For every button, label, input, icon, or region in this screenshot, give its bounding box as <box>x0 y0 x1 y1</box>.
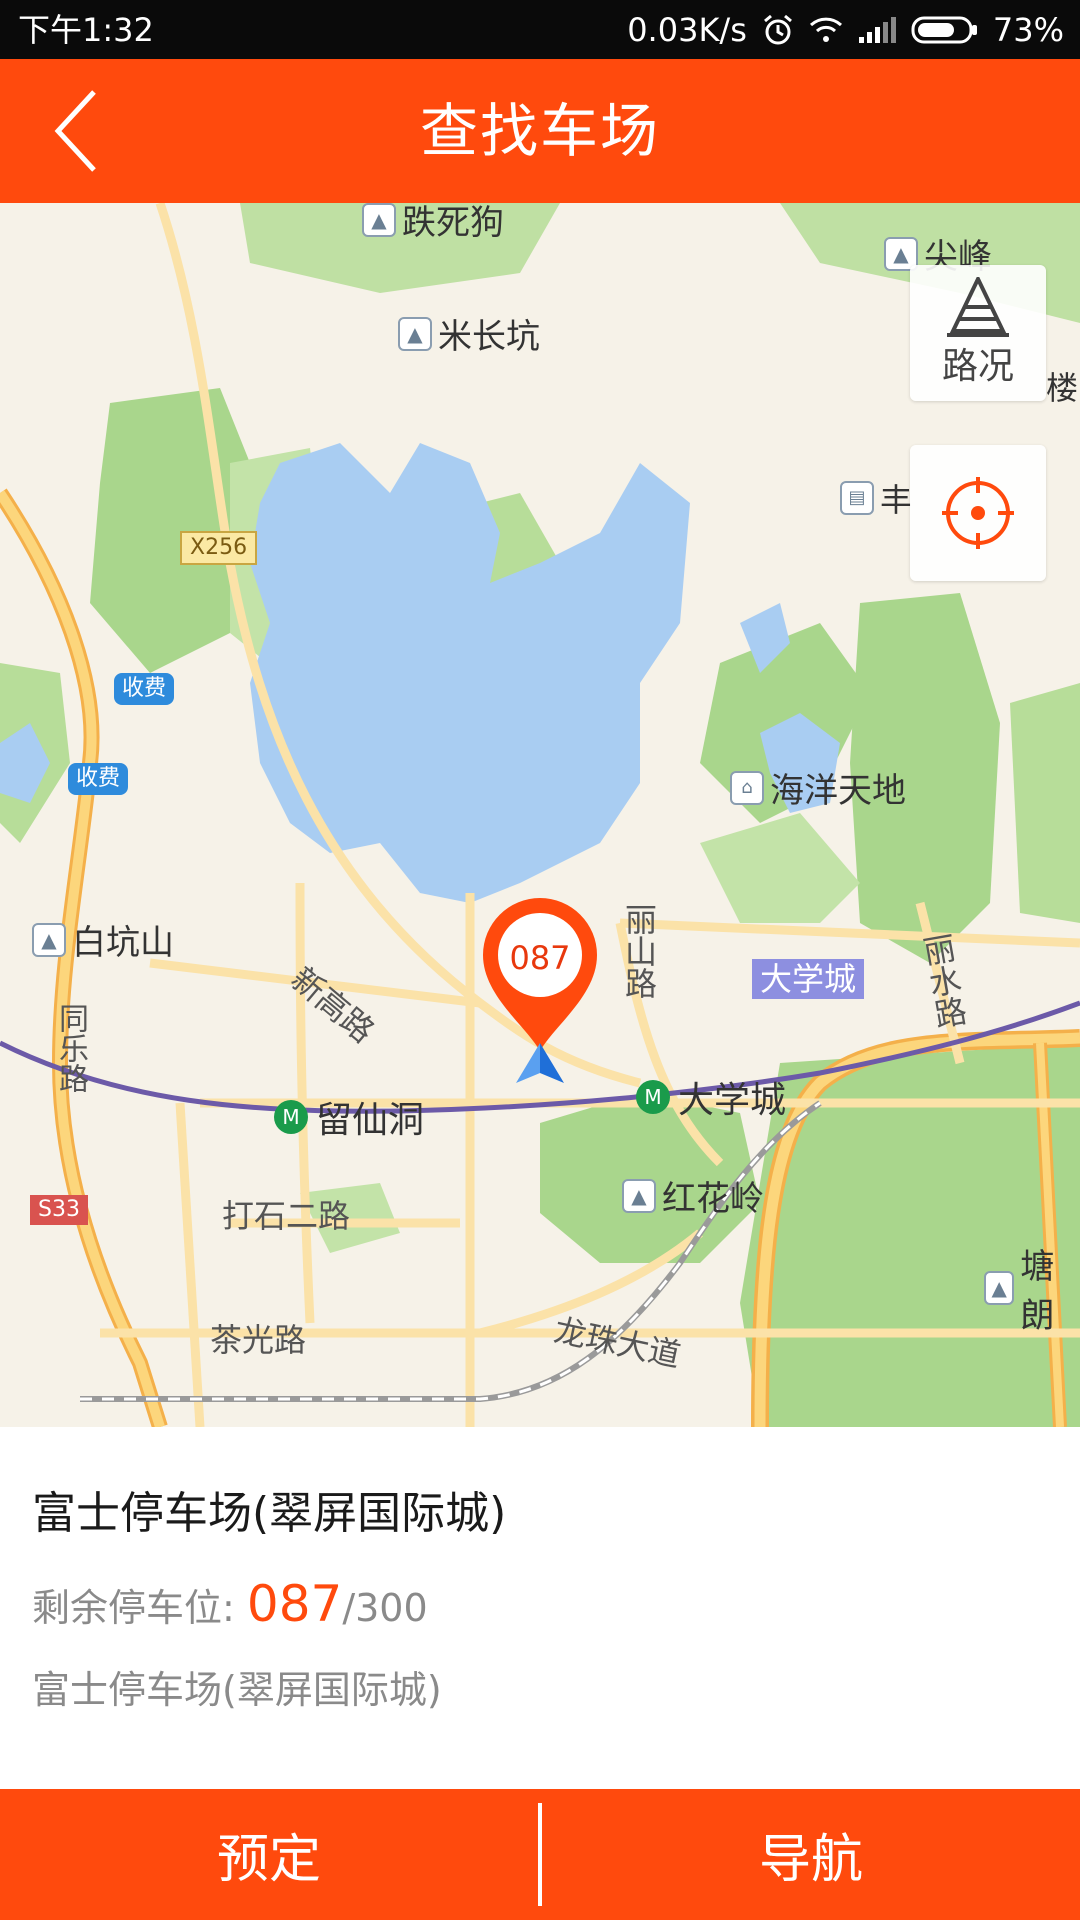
map-view[interactable]: ▲ 跌死狗 ▲ 米长坑 ▲ 尖峰 楼 ▤ 丰 ⌂ 海洋天地 ▲ 白坑山 M 留仙… <box>0 203 1080 1427</box>
poi-label: ⌂ 海洋天地 <box>730 763 906 812</box>
status-time: 下午1:32 <box>18 11 154 49</box>
metro-icon: M <box>636 1080 670 1114</box>
crosshair-icon <box>942 477 1014 549</box>
poi-label: 楼 <box>1046 369 1079 407</box>
poi-label: ▲ 白坑山 <box>32 915 174 964</box>
road-label: 打石二路 <box>222 1197 351 1235</box>
metro-icon: M <box>274 1100 308 1134</box>
net-speed: 0.03K/s <box>627 11 747 49</box>
spaces-total: /300 <box>342 1586 428 1630</box>
road-label: 同乐路 <box>53 1003 88 1093</box>
mountain-icon: ▲ <box>984 1271 1015 1305</box>
highway-badge: X256 <box>180 531 258 565</box>
poi-label: ▤ 丰 <box>840 475 912 521</box>
action-bar: 预定 导航 <box>0 1789 1080 1920</box>
area-badge: 大学城 <box>752 959 865 999</box>
alarm-icon <box>763 14 792 45</box>
navigate-button[interactable]: 导航 <box>542 1789 1080 1920</box>
mountain-icon: ▲ <box>362 203 396 237</box>
traffic-cone-icon <box>947 277 1009 337</box>
mountain-icon: ▲ <box>398 316 432 351</box>
building-icon: ▤ <box>840 481 874 515</box>
wifi-icon <box>809 17 842 42</box>
parking-pin[interactable]: 087 <box>477 895 603 1055</box>
toll-badge: 收费 <box>68 763 129 795</box>
battery-icon <box>911 16 977 44</box>
status-bar: 下午1:32 0.03K/s 73% <box>0 0 1080 59</box>
parking-address: 富士停车场(翠屏国际城) <box>32 1668 442 1712</box>
museum-icon: ⌂ <box>730 770 764 805</box>
metro-station-label: M 留仙洞 <box>274 1091 424 1143</box>
mountain-icon: ▲ <box>32 922 66 957</box>
toll-badge: 收费 <box>114 673 175 705</box>
spaces-label: 剩余停车位: <box>32 1586 247 1630</box>
mountain-icon: ▲ <box>622 1178 656 1213</box>
parking-info-panel: 富士停车场(翠屏国际城) 剩余停车位: 087/300 富士停车场(翠屏国际城) <box>0 1427 1080 1789</box>
spaces-available: 087 <box>246 1575 343 1633</box>
battery-percent: 73% <box>992 11 1064 49</box>
road-label: 茶光路 <box>210 1321 307 1359</box>
parking-name: 富士停车场(翠屏国际城) <box>32 1488 507 1539</box>
signal-icon <box>858 17 896 43</box>
poi-label: ▲ 跌死狗 <box>362 203 504 244</box>
page-title: 查找车场 <box>419 97 660 165</box>
reserve-button[interactable]: 预定 <box>0 1789 538 1920</box>
locate-button[interactable] <box>910 445 1046 581</box>
app-header: 查找车场 <box>0 59 1080 203</box>
pin-label: 087 <box>509 939 571 977</box>
navigation-arrow-icon <box>516 1043 564 1083</box>
parking-spaces: 剩余停车位: 087/300 <box>32 1575 428 1633</box>
metro-station-label: M 大学城 <box>636 1071 786 1123</box>
traffic-toggle[interactable]: 路况 <box>910 265 1046 401</box>
highway-badge: S33 <box>30 1195 88 1225</box>
poi-label: ▲ 塘朗 <box>984 1239 1080 1337</box>
status-right: 0.03K/s 73% <box>627 10 1064 50</box>
poi-label: ▲ 米长坑 <box>398 309 540 358</box>
traffic-label: 路况 <box>941 346 1014 387</box>
road-label: 丽山路 <box>620 903 658 999</box>
poi-label: ▲ 红花岭 <box>622 1171 764 1220</box>
